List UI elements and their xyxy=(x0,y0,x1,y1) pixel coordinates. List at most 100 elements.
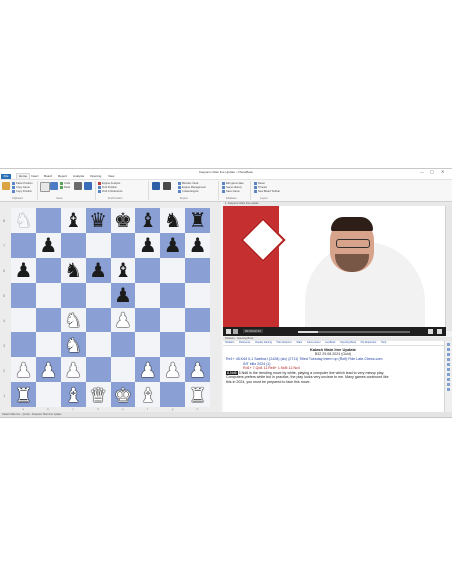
engine-analysis-button[interactable]: Engine Analysis xyxy=(98,182,120,185)
black-pawn-icon[interactable]: ♟ xyxy=(189,235,207,255)
play-button[interactable] xyxy=(226,329,231,334)
volume-icon[interactable] xyxy=(428,329,433,334)
white-pawn-icon[interactable]: ♟ xyxy=(189,360,207,380)
square-b3[interactable] xyxy=(35,332,61,358)
black-pawn-icon[interactable]: ♟ xyxy=(164,235,182,255)
black-pawn-icon[interactable]: ♟ xyxy=(89,260,107,280)
white-queen-icon[interactable]: ♛ xyxy=(89,385,107,405)
square-e6[interactable]: ♝ xyxy=(110,257,136,283)
find-in-reference-button[interactable]: Find in Reference xyxy=(98,190,122,193)
square-h6[interactable] xyxy=(185,257,210,283)
paste-position-button[interactable]: Paste Position xyxy=(12,182,33,185)
white-pawn-icon[interactable]: ♟ xyxy=(64,360,82,380)
square-f5[interactable] xyxy=(135,282,161,308)
square-d1[interactable]: ♛ xyxy=(85,382,111,407)
square-b2[interactable]: ♟ xyxy=(35,357,61,383)
square-b7[interactable]: ♟ xyxy=(35,232,61,258)
black-king-icon[interactable]: ♚ xyxy=(114,210,132,230)
square-a2[interactable]: ♟ xyxy=(11,357,36,383)
video-seek-bar[interactable] xyxy=(298,331,410,333)
square-a3[interactable] xyxy=(11,332,36,358)
square-a8[interactable]: ♞ xyxy=(11,208,36,233)
square-e4[interactable]: ♟ xyxy=(110,307,136,333)
black-pawn-icon[interactable]: ♟ xyxy=(114,285,132,305)
square-g6[interactable] xyxy=(160,257,186,283)
square-d5[interactable] xyxy=(85,282,111,308)
square-f1[interactable]: ♝ xyxy=(135,382,161,407)
square-h3[interactable] xyxy=(185,332,210,358)
default-engine-icon[interactable] xyxy=(152,182,160,190)
square-d7[interactable] xyxy=(85,232,111,258)
white-pawn-icon[interactable]: ♟ xyxy=(39,360,57,380)
tool-icon[interactable] xyxy=(447,343,450,346)
tab-livebook[interactable]: LiveBook xyxy=(325,341,335,344)
square-h4[interactable] xyxy=(185,307,210,333)
square-c1[interactable]: ♝ xyxy=(60,382,86,407)
square-b8[interactable] xyxy=(35,208,61,233)
square-e2[interactable] xyxy=(110,357,136,383)
blunder-check-button[interactable]: Blunder check xyxy=(178,182,198,185)
copy-game-button[interactable]: Copy Game xyxy=(12,186,30,189)
chess-board[interactable]: ♞ ♝ ♛ ♚ ♝ ♞ ♜ ♟ ♟ ♟ ♟ ♟ ♞ ♟ ♝ ♟ ♞ ♟ ♞ ♟ ♟ ♟ ♟ ♟ ♟ ♜ ♝ ♛ ♚ ♝ ♜ xyxy=(11,208,210,407)
tab-reference[interactable]: Reference xyxy=(239,341,251,344)
square-g7[interactable]: ♟ xyxy=(160,232,186,258)
square-g2[interactable]: ♟ xyxy=(160,357,186,383)
save-icon[interactable] xyxy=(84,182,92,190)
square-c7[interactable] xyxy=(60,232,86,258)
square-b6[interactable] xyxy=(35,257,61,283)
square-h7[interactable]: ♟ xyxy=(185,232,210,258)
white-rook-icon[interactable]: ♜ xyxy=(189,385,207,405)
square-e7[interactable] xyxy=(110,232,136,258)
black-queen-icon[interactable]: ♛ xyxy=(89,210,107,230)
add-kibitzer-icon[interactable] xyxy=(163,182,171,190)
find-position-button[interactable]: Find Position xyxy=(98,186,117,189)
square-d8[interactable]: ♛ xyxy=(85,208,111,233)
square-h8[interactable]: ♜ xyxy=(185,208,210,233)
square-c3[interactable]: ♞ xyxy=(60,332,86,358)
square-e8[interactable]: ♚ xyxy=(110,208,136,233)
square-d2[interactable] xyxy=(85,357,111,383)
menu-board[interactable]: Board xyxy=(44,174,52,179)
edit-game-data-button[interactable]: Edit game data xyxy=(222,182,243,185)
square-a1[interactable]: ♜ xyxy=(11,382,36,407)
white-knight-icon[interactable]: ♞ xyxy=(14,210,32,230)
tab-replay-training[interactable]: Replay training xyxy=(255,341,272,344)
file-menu[interactable]: File xyxy=(1,174,11,179)
tool-icon[interactable] xyxy=(447,383,450,386)
paste-icon[interactable] xyxy=(2,182,10,190)
square-f4[interactable] xyxy=(135,307,161,333)
square-f7[interactable]: ♟ xyxy=(135,232,161,258)
black-bishop-icon[interactable]: ♝ xyxy=(139,210,157,230)
white-pawn-icon[interactable]: ♟ xyxy=(14,360,32,380)
copy-position-button[interactable]: Copy Position xyxy=(12,190,32,193)
engine-management-button[interactable]: Engine Management xyxy=(178,186,206,189)
menu-analysis[interactable]: Analysis xyxy=(73,174,84,179)
new-game-icon[interactable] xyxy=(40,182,50,192)
tool-icon[interactable] xyxy=(447,363,450,366)
next-game-icon[interactable] xyxy=(50,182,58,190)
square-f2[interactable]: ♟ xyxy=(135,357,161,383)
white-pawn-icon[interactable]: ♟ xyxy=(114,310,132,330)
white-rook-icon[interactable]: ♜ xyxy=(14,385,32,405)
tab-stats[interactable]: Stats xyxy=(296,341,302,344)
white-knight-icon[interactable]: ♞ xyxy=(64,310,82,330)
white-knight-icon[interactable]: ♞ xyxy=(64,335,82,355)
square-e3[interactable] xyxy=(110,332,136,358)
black-bishop-icon[interactable]: ♝ xyxy=(114,260,132,280)
tool-icon[interactable] xyxy=(447,373,450,376)
square-f3[interactable] xyxy=(135,332,161,358)
fullscreen-icon[interactable] xyxy=(437,329,442,334)
square-c8[interactable]: ♝ xyxy=(60,208,86,233)
tool-icon[interactable] xyxy=(447,378,450,381)
square-d4[interactable] xyxy=(85,307,111,333)
square-f6[interactable] xyxy=(135,257,161,283)
square-c6[interactable]: ♞ xyxy=(60,257,86,283)
white-pawn-icon[interactable]: ♟ xyxy=(164,360,182,380)
square-g3[interactable] xyxy=(160,332,186,358)
black-pawn-icon[interactable]: ♟ xyxy=(39,235,57,255)
menu-home[interactable]: Home xyxy=(16,173,31,179)
white-bishop-icon[interactable]: ♝ xyxy=(139,385,157,405)
white-pawn-icon[interactable]: ♟ xyxy=(139,360,157,380)
square-g8[interactable]: ♞ xyxy=(160,208,186,233)
undo-button[interactable]: Undo xyxy=(60,182,70,185)
